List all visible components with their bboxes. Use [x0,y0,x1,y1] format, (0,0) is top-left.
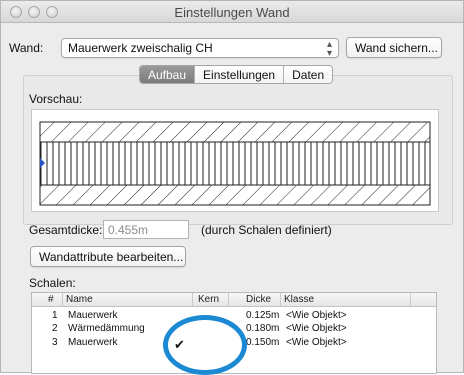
wall-label: Wand: [9,41,44,55]
col-kern[interactable]: Kern [198,294,219,305]
tab-aufbau[interactable]: Aufbau [140,66,196,83]
wall-section-drawing [39,121,431,206]
wall-preview [31,109,439,212]
tab-einstellungen[interactable]: Einstellungen [195,66,285,83]
wall-select-value: Mauerwerk zweischalig CH [68,41,213,55]
save-wall-button[interactable]: Wand sichern... [346,37,442,58]
highlight-circle-annotation [163,315,247,375]
edit-wall-attributes-button[interactable]: Wandattribute bearbeiten... [30,246,186,267]
title-bar: Einstellungen Wand [1,1,463,23]
preview-label: Vorschau: [29,92,83,106]
col-dicke[interactable]: Dicke [246,294,271,305]
shells-label: Schalen: [29,276,76,290]
col-num[interactable]: # [48,294,54,305]
table-row[interactable]: 1 Mauerwerk 0.125m <Wie Objekt> [32,309,436,323]
outer-masonry-layer [39,121,431,143]
col-klasse[interactable]: Klasse [284,294,314,305]
table-header: # Name Kern Dicke Klasse [32,293,436,307]
total-thickness-field: 0.455m [103,220,189,239]
insulation-layer [39,141,431,186]
settings-window: Einstellungen Wand Wand: Mauerwerk zweis… [0,0,464,375]
select-arrows-icon: ▴ ▾ [326,39,332,59]
total-thickness-label: Gesamtdicke: [29,223,103,237]
thickness-note: (durch Schalen definiert) [201,223,332,237]
inner-masonry-layer [39,184,431,206]
window-title: Einstellungen Wand [174,5,290,20]
tab-bar: Aufbau Einstellungen Daten [139,65,334,84]
col-name[interactable]: Name [66,294,93,305]
tab-daten[interactable]: Daten [284,66,333,83]
wall-select[interactable]: Mauerwerk zweischalig CH ▴ ▾ [61,38,339,59]
